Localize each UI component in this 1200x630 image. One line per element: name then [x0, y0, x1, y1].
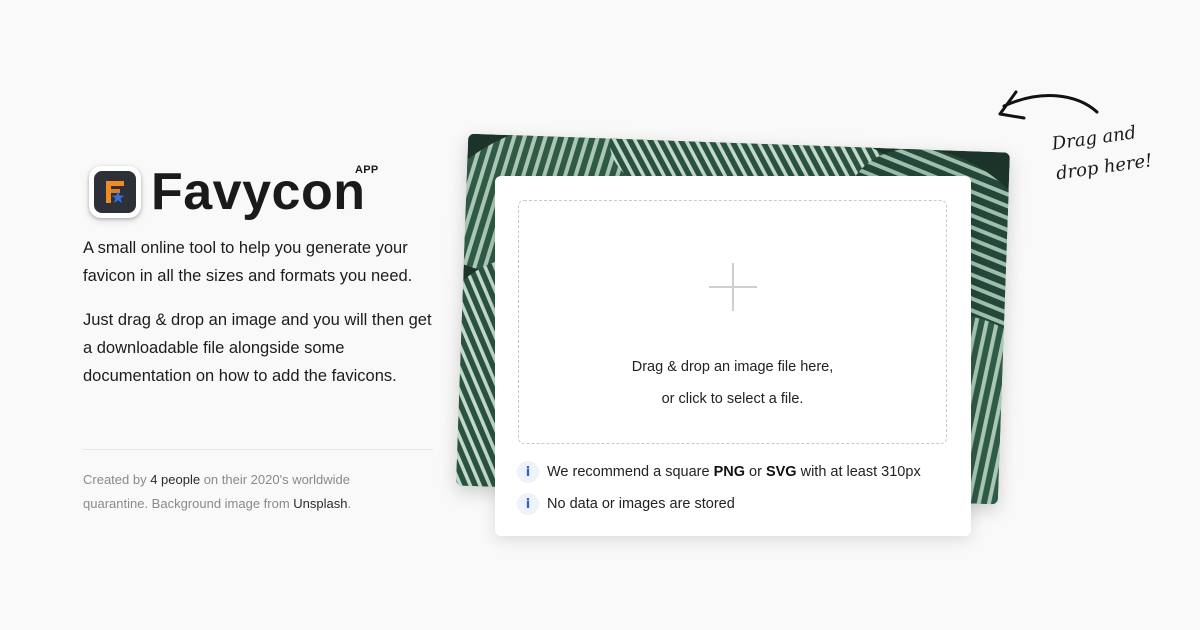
app-tag: APP: [355, 164, 379, 176]
info-text-2: No data or images are stored: [547, 496, 735, 512]
description-paragraph-2: Just drag & drop an image and you will t…: [83, 311, 432, 385]
file-dropzone[interactable]: Drag & drop an image file here, or click…: [518, 200, 947, 444]
credits: Created by 4 people on their 2020's worl…: [83, 468, 403, 516]
info-icon: i: [517, 461, 539, 483]
dropzone-line-1: Drag & drop an image file here,: [631, 359, 834, 375]
brand-name: Favycon: [151, 163, 366, 221]
credits-prefix: Created by: [83, 472, 151, 487]
favycon-logo-icon: [89, 166, 141, 218]
brand: Favycon APP: [83, 160, 433, 224]
info-recommendation: i We recommend a square PNG or SVG with …: [517, 461, 921, 483]
description-paragraph-1: A small online tool to help you generate…: [83, 239, 413, 285]
unsplash-link[interactable]: Unsplash: [293, 496, 347, 511]
dropzone-instructions: Drag & drop an image file here, or click…: [519, 351, 946, 415]
dropzone-line-2: or click to select a file.: [661, 391, 804, 407]
info-text-1: We recommend a square PNG or SVG with at…: [547, 464, 921, 480]
credits-suffix: .: [347, 496, 352, 511]
info-icon: i: [517, 493, 539, 515]
upload-card: Drag & drop an image file here, or click…: [495, 176, 971, 536]
people-link[interactable]: 4 people: [150, 472, 200, 487]
drag-hint: Drag and drop here!: [1050, 117, 1154, 190]
divider: [83, 449, 433, 450]
info-privacy: i No data or images are stored: [517, 493, 735, 515]
plus-icon: [709, 263, 757, 311]
intro-section: Favycon APP A small online tool to help …: [83, 160, 433, 516]
description: A small online tool to help you generate…: [83, 234, 433, 390]
